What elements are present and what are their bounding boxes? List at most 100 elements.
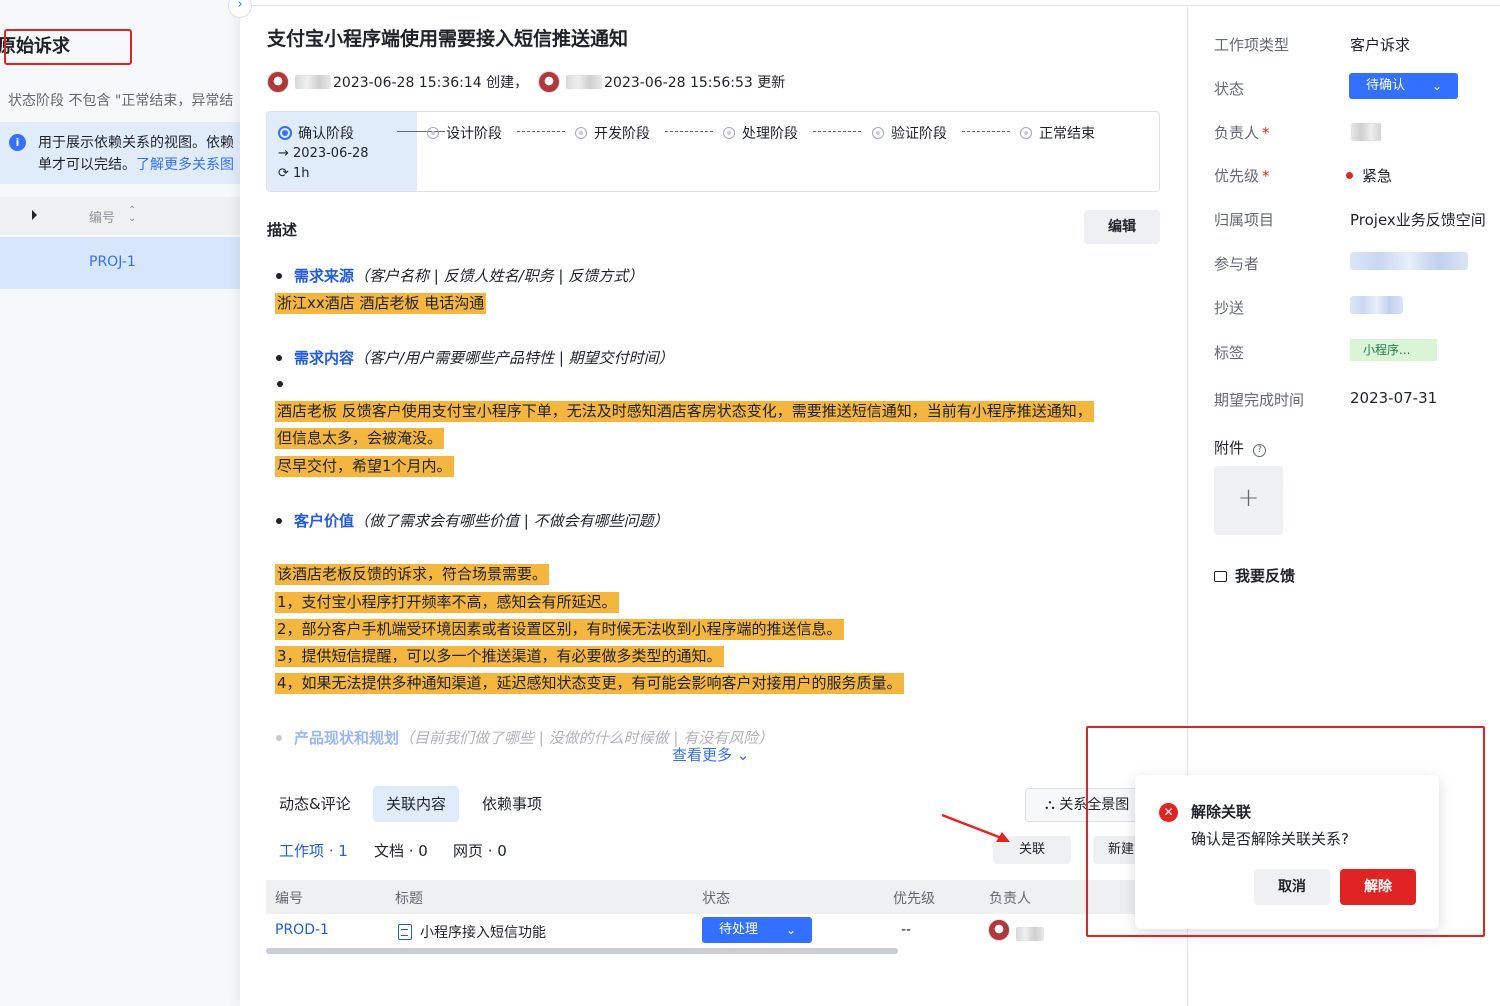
bullet	[276, 734, 282, 741]
sort-icon[interactable]: ⌃ ⌄	[128, 206, 136, 224]
learn-more-link[interactable]: 了解更多关系图	[136, 157, 234, 173]
created-time: 2023-06-28 15:36:14 创建，	[333, 75, 529, 91]
row-title[interactable]: 小程序接入短信功能	[398, 922, 546, 942]
background-list-panel: 原始诉求 状态阶段 不包含 "正常结束，异常结 i 用于展示依赖关系的视图。依赖…	[0, 0, 240, 1006]
subtab-workitems[interactable]: 工作项 · 1	[279, 840, 348, 861]
see-more-link[interactable]: 查看更多 ⌄	[672, 744, 749, 765]
tab-dependencies[interactable]: 依赖事项	[482, 786, 542, 822]
subtab-webpages[interactable]: 网页 · 0	[453, 840, 507, 861]
bullet	[277, 381, 283, 387]
row-owner[interactable]	[988, 919, 1046, 945]
highlight-text: 2，部分客户手机端受环境因素或者设置区别，有时候无法收到小程序端的推送信息。	[275, 619, 844, 640]
row-status-select[interactable]: 待处理 ⌄	[702, 917, 812, 943]
stage-done[interactable]: 正常结束	[1020, 123, 1095, 143]
chevron-down-icon: ⌄	[1431, 79, 1442, 93]
prop-label-status: 状态	[1214, 80, 1245, 98]
prop-label-due: 期望完成时间	[1214, 391, 1305, 409]
highlight-text: 酒店老板 反馈客户使用支付宝小程序下单，无法及时感知酒店客房状态变化，需要推送短…	[275, 401, 1094, 422]
prop-value-project[interactable]: Projex业务反馈空间	[1350, 209, 1486, 230]
creator-name-blurred	[295, 75, 331, 89]
prop-label-project: 归属项目	[1214, 211, 1275, 229]
avatar[interactable]	[538, 71, 561, 93]
column-header-id[interactable]: 编号	[89, 207, 115, 226]
prop-label-priority: 优先级 *	[1214, 167, 1270, 185]
bullet	[276, 272, 282, 279]
cancel-button[interactable]: 取消	[1254, 869, 1330, 905]
document-icon	[398, 924, 412, 940]
avatar[interactable]	[267, 71, 289, 93]
stage-current-icon	[278, 126, 292, 140]
prop-label-owner: 负责人 *	[1214, 124, 1270, 142]
popconfirm-title: 解除关联	[1191, 803, 1252, 821]
column-header: 编号	[275, 891, 303, 907]
list-item-id[interactable]: PROJ-1	[89, 254, 136, 270]
chevron-down-icon: ⌄	[785, 923, 796, 937]
clock-icon: ⟳	[278, 166, 294, 181]
annotation-arrow-icon	[941, 813, 1010, 842]
stage-current-label: 确认阶段	[298, 126, 354, 142]
annotation-box-title	[4, 29, 132, 65]
edit-button[interactable]: 编辑	[1084, 210, 1160, 244]
highlight-text: 浙江xx酒店 酒店老板 电话沟通	[275, 293, 487, 314]
stage-radio-icon	[872, 127, 884, 139]
stage-duration: ⟳ 1h	[278, 166, 310, 181]
stage-progress: 确认阶段 → 2023-06-28 ⟳ 1h 设计阶段 开发阶段 处理阶段 验证…	[266, 111, 1160, 192]
popconfirm-message: 确认是否解除关联关系?	[1191, 830, 1349, 848]
highlight-text: 但信息太多，会被淹没。	[275, 428, 445, 449]
add-attachment-button[interactable]: +	[1214, 466, 1283, 535]
tab-relations[interactable]: 关联内容	[373, 786, 460, 822]
tag-chip[interactable]: 小程序...	[1350, 339, 1437, 361]
tab-activity[interactable]: 动态&评论	[279, 786, 351, 822]
column-header: 优先级	[893, 891, 935, 907]
drawer-top-border	[240, 5, 1500, 6]
stage-connector	[813, 131, 861, 132]
expand-caret-icon[interactable]	[32, 210, 37, 220]
message-icon	[1214, 571, 1227, 582]
prop-value-due[interactable]: 2023-07-31	[1350, 389, 1437, 407]
prop-label-attachments: 附件?	[1214, 437, 1267, 458]
stage-dev[interactable]: 开发阶段	[575, 123, 650, 143]
plus-icon: +	[1237, 483, 1260, 513]
help-icon[interactable]: ?	[1253, 444, 1267, 457]
section-hint: （客户/用户需要哪些产品特性 | 期望交付时间）	[354, 349, 674, 367]
prop-label-participants: 参与者	[1214, 255, 1260, 273]
cc-value-blurred[interactable]	[1350, 296, 1403, 314]
owner-value-blurred[interactable]	[1351, 123, 1381, 141]
section-source: 需求来源 （客户名称 | 反馈人姓名/职务 | 反馈方式）	[276, 265, 643, 286]
section-content: 需求内容 （客户/用户需要哪些产品特性 | 期望交付时间）	[276, 347, 674, 368]
stage-connector	[665, 131, 713, 132]
stage-verify[interactable]: 验证阶段	[872, 123, 947, 143]
chevron-down-icon: ⌄	[736, 746, 750, 764]
page-title: 支付宝小程序端使用需要接入短信推送通知	[267, 28, 629, 50]
list-header: 编号 ⌃ ⌄	[0, 197, 240, 235]
graph-icon: ⛬	[1045, 797, 1060, 813]
highlight-text: 4，如果无法提供多种通知渠道，延迟感知状态变更，有可能会影响客户对接用户的服务质…	[275, 673, 904, 694]
highlight-text: 1，支付宝小程序打开频率不高，感知会有所延迟。	[275, 592, 619, 613]
feedback-button[interactable]: 我要反馈	[1214, 565, 1295, 586]
filter-summary: 状态阶段 不包含 "正常结束，异常结	[8, 93, 234, 109]
info-banner: i 用于展示依赖关系的视图。依赖 单才可以完结。了解更多关系图	[0, 122, 240, 184]
list-item[interactable]: PROJ-1	[0, 237, 240, 289]
column-header: 状态	[702, 891, 730, 907]
subtab-docs[interactable]: 文档 · 0	[374, 840, 428, 861]
row-id-link[interactable]: PROD-1	[275, 922, 329, 938]
table-row[interactable]: PROD-1 小程序接入短信功能 待处理 ⌄ --	[266, 914, 1136, 950]
stage-current[interactable]: 确认阶段 → 2023-06-28 ⟳ 1h	[267, 112, 417, 191]
column-header: 标题	[395, 891, 423, 907]
info-icon: i	[9, 134, 26, 151]
unlink-popconfirm: ✕ 解除关联 确认是否解除关联关系? 取消 解除	[1135, 775, 1439, 929]
meta-line: 2023-06-28 15:36:14 创建， 2023-06-28 15:56…	[267, 70, 795, 94]
participants-value-blurred[interactable]	[1350, 252, 1468, 270]
bullet	[276, 354, 282, 361]
section-key: 客户价值	[294, 512, 355, 530]
unlink-confirm-button[interactable]: 解除	[1340, 869, 1416, 905]
highlight-text: 尽早交付，希望1个月内。	[275, 456, 454, 477]
horizontal-scrollbar[interactable]	[266, 948, 898, 954]
priority-select[interactable]: 紧急	[1346, 165, 1392, 186]
stage-handle[interactable]: 处理阶段	[723, 123, 798, 143]
section-key: 需求来源	[294, 267, 355, 285]
stage-design[interactable]: 设计阶段	[427, 123, 502, 143]
section-hint: （做了需求会有哪些价值 | 不做会有哪些问题）	[354, 512, 669, 530]
status-select[interactable]: 待确认 ⌄	[1349, 73, 1458, 99]
bullet	[276, 517, 282, 524]
